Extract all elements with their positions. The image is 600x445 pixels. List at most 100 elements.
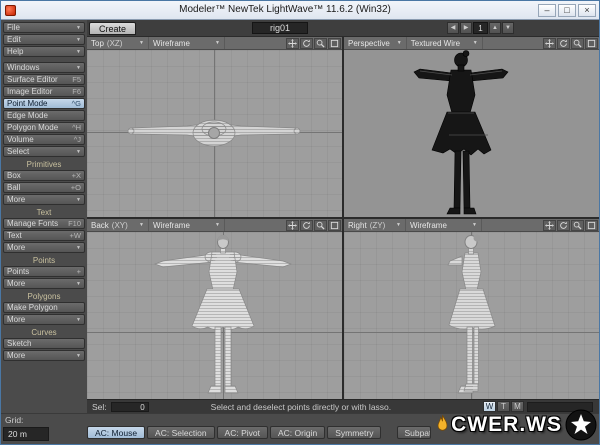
layer-up-icon[interactable]: ▲ xyxy=(489,22,501,34)
chevron-down-icon: ▼ xyxy=(396,40,402,46)
app-icon[interactable] xyxy=(5,5,16,16)
shortcut-label: F6 xyxy=(72,87,81,96)
view-label: Perspective xyxy=(348,38,390,48)
statusbar-button-ac-mouse[interactable]: AC: Mouse xyxy=(87,426,146,439)
sidebar-item-manage-fonts[interactable]: Manage Fonts F10 xyxy=(3,218,85,229)
sidebar-item-make-polygon[interactable]: Make Polygon xyxy=(3,302,85,313)
viewport-top-view-dropdown[interactable]: Top (XZ) ▼ xyxy=(87,37,149,49)
close-button[interactable]: × xyxy=(578,4,596,17)
dropdown-arrow-icon: ▼ xyxy=(76,244,81,251)
viewport-top: Top (XZ) ▼ Wireframe ▼ xyxy=(87,37,342,217)
maximize-button[interactable]: □ xyxy=(558,4,576,17)
viewport-perspective-header: Perspective ▼ Textured Wire ▼ xyxy=(344,37,599,50)
axis-label: (XZ) xyxy=(106,38,123,48)
viewport-right-tools xyxy=(542,219,599,231)
rotate-icon[interactable] xyxy=(300,219,313,231)
shortcut-label: + xyxy=(76,267,81,276)
app-window: Modeler™ NewTek LightWave™ 11.6.2 (Win32… xyxy=(0,0,600,445)
statusbar-button-ac-origin[interactable]: AC: Origin xyxy=(269,426,326,439)
sidebar-item-more[interactable]: More ▼ xyxy=(3,350,85,361)
viewport-right-header: Right (ZY) ▼ Wireframe ▼ xyxy=(344,219,599,232)
viewport-right-view-dropdown[interactable]: Right (ZY) ▼ xyxy=(344,219,406,231)
sidebar-item-surface-editor[interactable]: Surface Editor F5 xyxy=(3,74,85,85)
viewport-back-canvas[interactable] xyxy=(87,232,342,399)
statusbar-button-subpatch[interactable]: Subpatch xyxy=(397,426,432,439)
layer-down-icon[interactable]: ▼ xyxy=(502,22,514,34)
titlebar: Modeler™ NewTek LightWave™ 11.6.2 (Win32… xyxy=(1,1,599,20)
sidebar-item-label: Ball xyxy=(7,183,21,192)
viewport-right-canvas[interactable] xyxy=(344,232,599,399)
tab-create[interactable]: Create xyxy=(89,22,137,35)
sidebar-item-label: More xyxy=(7,279,26,288)
sidebar-item-label: Image Editor xyxy=(7,87,53,96)
sidebar-item-image-editor[interactable]: Image Editor F6 xyxy=(3,86,85,97)
model-silhouette-perspective xyxy=(413,50,509,215)
pan-icon[interactable] xyxy=(286,37,299,49)
sidebar-item-sketch[interactable]: Sketch xyxy=(3,338,85,349)
rotate-icon[interactable] xyxy=(557,219,570,231)
maximize-icon[interactable] xyxy=(585,219,598,231)
viewport-back-style-dropdown[interactable]: Wireframe ▼ xyxy=(149,219,225,231)
zoom-icon[interactable] xyxy=(314,219,327,231)
dropdown-arrow-icon: ▼ xyxy=(76,48,81,55)
statusbar-button-ac-selection[interactable]: AC: Selection xyxy=(147,426,215,439)
viewport-perspective-view-dropdown[interactable]: Perspective ▼ xyxy=(344,37,407,49)
maximize-icon[interactable] xyxy=(328,219,341,231)
viewport-top-style-dropdown[interactable]: Wireframe ▼ xyxy=(149,37,225,49)
sidebar-item-windows[interactable]: Windows ▼ xyxy=(3,62,85,73)
sidebar-item-polygon-mode[interactable]: Polygon Mode ^H xyxy=(3,122,85,133)
chevron-down-icon: ▼ xyxy=(472,222,477,228)
object-name-field[interactable]: rig01 xyxy=(252,22,308,34)
viewport-right-style-dropdown[interactable]: Wireframe ▼ xyxy=(406,219,482,231)
dropdown-arrow-icon: ▼ xyxy=(76,316,81,323)
sidebar-item-file[interactable]: File ▼ xyxy=(3,22,85,33)
sidebar-item-text[interactable]: Text +W xyxy=(3,230,85,241)
sidebar-item-help[interactable]: Help ▼ xyxy=(3,46,85,57)
zoom-icon[interactable] xyxy=(314,37,327,49)
sidebar-item-label: Sketch xyxy=(7,339,32,348)
sidebar-item-label: Windows xyxy=(7,63,40,72)
viewport-back-view-dropdown[interactable]: Back (XY) ▼ xyxy=(87,219,149,231)
sidebar-item-points[interactable]: Points + xyxy=(3,266,85,277)
sidebar-item-more[interactable]: More ▼ xyxy=(3,194,85,205)
style-label: Wireframe xyxy=(153,220,190,230)
pan-icon[interactable] xyxy=(543,37,556,49)
next-layer-bank-icon[interactable]: ▶ xyxy=(460,22,472,34)
maximize-icon[interactable] xyxy=(328,37,341,49)
sidebar-item-label: Polygon Mode xyxy=(7,123,59,132)
sidebar-item-select[interactable]: Select ▼ xyxy=(3,146,85,157)
dropdown-arrow-icon: ▼ xyxy=(76,196,81,203)
rotate-icon[interactable] xyxy=(557,37,570,49)
layer-number[interactable]: 1 xyxy=(473,22,488,34)
maximize-icon[interactable] xyxy=(585,37,598,49)
sidebar-section-curves: Curves xyxy=(31,328,57,337)
view-label: Top xyxy=(91,38,104,48)
pan-icon[interactable] xyxy=(286,219,299,231)
sidebar-item-edit[interactable]: Edit ▼ xyxy=(3,34,85,45)
viewport-perspective-style-dropdown[interactable]: Textured Wire ▼ xyxy=(407,37,483,49)
minimize-button[interactable]: – xyxy=(538,4,556,17)
sidebar-item-volume[interactable]: Volume ^J xyxy=(3,134,85,145)
viewport-grid: Top (XZ) ▼ Wireframe ▼ Perspective ▼ Tex… xyxy=(87,37,599,399)
viewport-top-canvas[interactable] xyxy=(87,50,342,217)
pan-icon[interactable] xyxy=(543,219,556,231)
sidebar-item-edge-mode[interactable]: Edge Mode xyxy=(3,110,85,121)
sidebar-item-box[interactable]: Box +X xyxy=(3,170,85,181)
style-label: Textured Wire xyxy=(410,38,461,48)
rotate-icon[interactable] xyxy=(300,37,313,49)
shortcut-label: +X xyxy=(71,171,81,180)
zoom-icon[interactable] xyxy=(571,37,584,49)
viewport-perspective-canvas[interactable] xyxy=(344,50,599,217)
selection-count-value: 0 xyxy=(110,401,149,412)
sidebar-item-ball[interactable]: Ball +O xyxy=(3,182,85,193)
sidebar-item-more[interactable]: More ▼ xyxy=(3,314,85,325)
prev-layer-bank-icon[interactable]: ◀ xyxy=(447,22,459,34)
sidebar-item-point-mode[interactable]: Point Mode ^G xyxy=(3,98,85,109)
zoom-icon[interactable] xyxy=(571,219,584,231)
window-title: Modeler™ NewTek LightWave™ 11.6.2 (Win32… xyxy=(179,4,391,15)
statusbar-button-symmetry[interactable]: Symmetry xyxy=(327,426,382,439)
statusbar-button-ac-pivot[interactable]: AC: Pivot xyxy=(216,426,268,439)
shortcut-label: +W xyxy=(69,231,81,240)
sidebar-item-more[interactable]: More ▼ xyxy=(3,278,85,289)
sidebar-item-more[interactable]: More ▼ xyxy=(3,242,85,253)
